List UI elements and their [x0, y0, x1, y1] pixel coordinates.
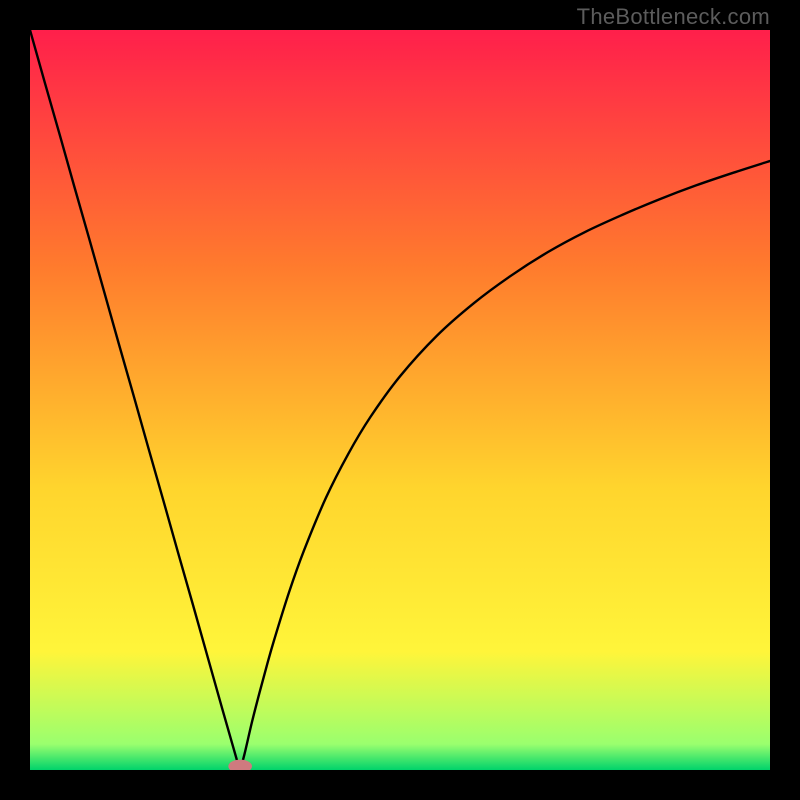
chart-frame: TheBottleneck.com — [0, 0, 800, 800]
bottleneck-curve-chart — [30, 30, 770, 770]
plot-area — [30, 30, 770, 770]
gradient-background — [30, 30, 770, 770]
watermark-text: TheBottleneck.com — [577, 4, 770, 30]
